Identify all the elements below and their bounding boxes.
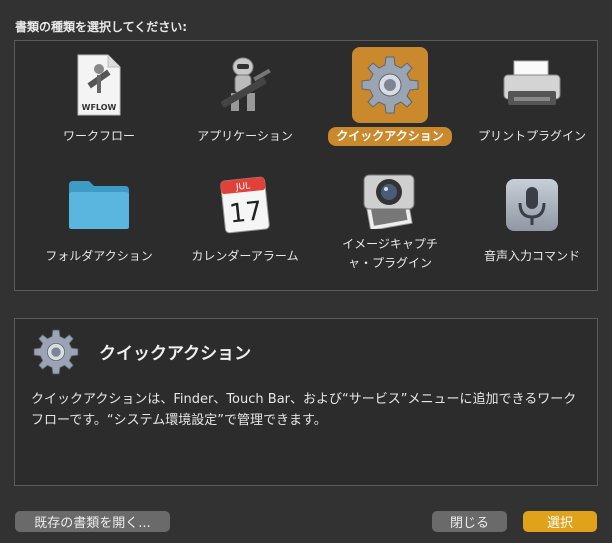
tile-workflow[interactable]: WFLOW ワークフロー	[29, 43, 169, 153]
tile-application[interactable]: アプリケーション	[175, 43, 315, 153]
gear-icon	[31, 327, 81, 377]
svg-text:17: 17	[228, 196, 264, 229]
automator-robot-icon	[207, 47, 283, 123]
tile-label-line2: ャ・プラグイン	[347, 256, 432, 270]
tile-print-plugin[interactable]: プリントプラグイン	[462, 43, 602, 153]
tile-quick-action[interactable]: クイックアクション	[320, 43, 460, 153]
svg-text:WFLOW: WFLOW	[82, 103, 117, 112]
tile-label: クイックアクション	[328, 127, 452, 146]
tile-label: アプリケーション	[197, 129, 293, 143]
document-type-prompt: 書類の種類を選択してください:	[15, 20, 188, 34]
camera-icon	[352, 167, 428, 231]
workflow-document-icon: WFLOW	[61, 47, 137, 123]
description-title: クイックアクション	[99, 344, 252, 364]
tile-label: ワークフロー	[62, 129, 135, 143]
tile-calendar-alarm[interactable]: JUL 17 カレンダーアラーム	[175, 163, 315, 273]
close-button[interactable]: 閉じる	[432, 511, 507, 532]
microphone-icon	[494, 167, 570, 243]
tile-label: 音声入力コマンド	[483, 249, 580, 263]
folder-icon	[61, 167, 137, 243]
tile-label: フォルダアクション	[45, 249, 153, 263]
tile-label-line1: イメージキャプチ	[342, 237, 438, 251]
choose-button[interactable]: 選択	[523, 511, 597, 532]
tile-label: プリントプラグイン	[477, 129, 586, 143]
gear-icon	[352, 47, 428, 123]
printer-icon	[494, 47, 570, 123]
description-panel: クイックアクション クイックアクションは、Finder、Touch Bar、およ…	[14, 318, 598, 486]
tile-image-capture-plugin[interactable]: イメージキャプチ ャ・プラグイン	[320, 163, 460, 273]
tile-label: カレンダーアラーム	[191, 249, 299, 263]
tile-label: イメージキャプチ ャ・プラグイン	[334, 235, 446, 273]
open-existing-document-button[interactable]: 既存の書類を開く...	[15, 511, 170, 532]
tile-folder-action[interactable]: フォルダアクション	[29, 163, 169, 273]
calendar-icon: JUL 17	[207, 167, 283, 243]
document-type-grid: WFLOW ワークフロー アプリケーション クイックアクション プリントプラグイ…	[14, 40, 598, 291]
tile-dictation-command[interactable]: 音声入力コマンド	[462, 163, 602, 273]
svg-text:JUL: JUL	[235, 181, 251, 193]
description-body: クイックアクションは、Finder、Touch Bar、および“サービス”メニュ…	[31, 392, 577, 428]
